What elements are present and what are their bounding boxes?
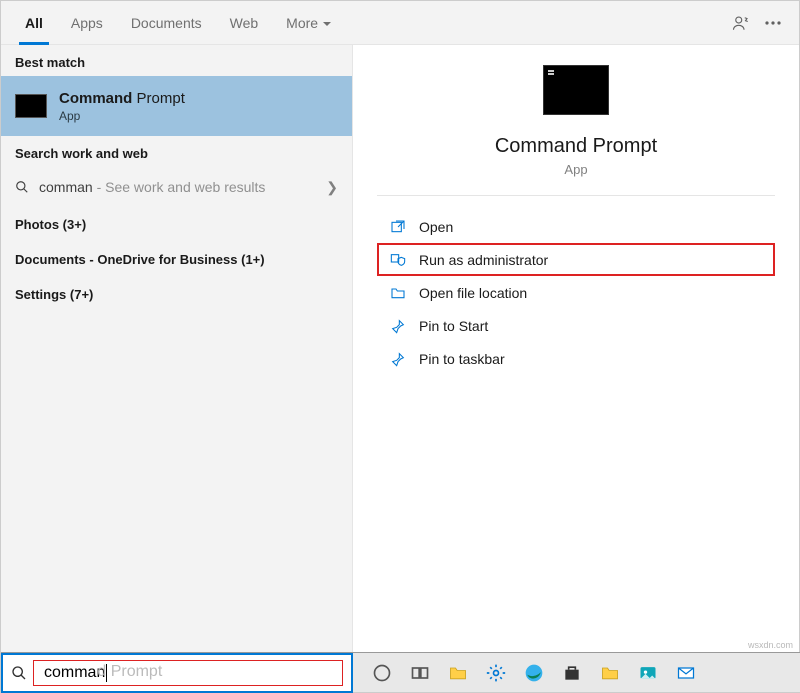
chevron-right-icon: ❯ <box>326 179 338 196</box>
command-prompt-icon <box>15 94 47 118</box>
best-match-result[interactable]: Command Prompt App <box>1 76 352 136</box>
shield-run-icon <box>389 252 407 268</box>
results-body: Best match Command Prompt App Search wor… <box>1 45 799 652</box>
account-icon[interactable] <box>725 7 757 39</box>
preview-subtitle: App <box>564 162 587 177</box>
best-match-text: Command Prompt App <box>59 90 185 123</box>
filter-tabs: All Apps Documents Web More <box>1 1 799 45</box>
task-view-icon[interactable] <box>405 658 435 688</box>
start-search-window: { "tabs": { "all": "All", "apps": "Apps"… <box>0 0 800 693</box>
action-pin-start[interactable]: Pin to Start <box>377 309 775 342</box>
action-pin-taskbar[interactable]: Pin to taskbar <box>377 342 775 375</box>
folder-icon <box>389 285 407 301</box>
taskbar: command Prompt <box>1 652 800 692</box>
best-match-title-rest: Prompt <box>132 90 185 107</box>
preview-header: Command Prompt App <box>377 65 775 196</box>
more-options-icon[interactable] <box>757 7 789 39</box>
tab-all[interactable]: All <box>11 1 57 45</box>
edge-icon[interactable] <box>519 658 549 688</box>
action-open-label: Open <box>419 219 453 235</box>
photos-icon[interactable] <box>633 658 663 688</box>
search-box[interactable]: command Prompt <box>1 653 353 693</box>
tab-more[interactable]: More <box>272 1 345 45</box>
search-input-highlight: command Prompt <box>33 660 343 686</box>
tab-web[interactable]: Web <box>216 1 273 45</box>
action-run-as-admin-label: Run as administrator <box>419 252 548 268</box>
action-open-file-location[interactable]: Open file location <box>377 276 775 309</box>
action-open[interactable]: Open <box>377 210 775 243</box>
file-explorer-icon[interactable] <box>443 658 473 688</box>
best-match-title-bold: Command <box>59 90 132 107</box>
tab-apps[interactable]: Apps <box>57 1 117 45</box>
mail-icon[interactable] <box>671 658 701 688</box>
best-match-label: Best match <box>1 45 352 76</box>
pin-icon <box>389 351 407 367</box>
action-pin-start-label: Pin to Start <box>419 318 488 334</box>
action-pin-taskbar-label: Pin to taskbar <box>419 351 505 367</box>
settings-icon[interactable] <box>481 658 511 688</box>
search-work-web-label: Search work and web <box>1 136 352 167</box>
store-icon[interactable] <box>557 658 587 688</box>
preview-pane: Command Prompt App Open Run as administr… <box>353 45 799 652</box>
actions-list: Open Run as administrator Open file loca… <box>353 196 799 389</box>
search-web-row[interactable]: comman - See work and web results ❯ <box>1 167 352 207</box>
watermark: wsxdn.com <box>748 640 793 650</box>
preview-title: Command Prompt <box>495 135 657 158</box>
open-icon <box>389 219 407 235</box>
category-settings[interactable]: Settings (7+) <box>1 277 352 312</box>
search-input[interactable] <box>36 661 340 685</box>
cortana-icon[interactable] <box>367 658 397 688</box>
best-match-subtitle: App <box>59 109 185 123</box>
search-web-text: comman - See work and web results <box>31 179 326 195</box>
command-prompt-preview-icon <box>543 65 609 115</box>
results-list: Best match Command Prompt App Search wor… <box>1 45 353 652</box>
action-open-file-location-label: Open file location <box>419 285 527 301</box>
taskbar-icons <box>353 658 701 688</box>
search-icon <box>15 180 31 194</box>
file-explorer2-icon[interactable] <box>595 658 625 688</box>
tab-documents[interactable]: Documents <box>117 1 216 45</box>
category-documents[interactable]: Documents - OneDrive for Business (1+) <box>1 242 352 277</box>
search-icon <box>11 665 27 681</box>
text-caret <box>106 664 107 682</box>
pin-icon <box>389 318 407 334</box>
category-photos[interactable]: Photos (3+) <box>1 207 352 242</box>
action-run-as-admin[interactable]: Run as administrator <box>377 243 775 276</box>
